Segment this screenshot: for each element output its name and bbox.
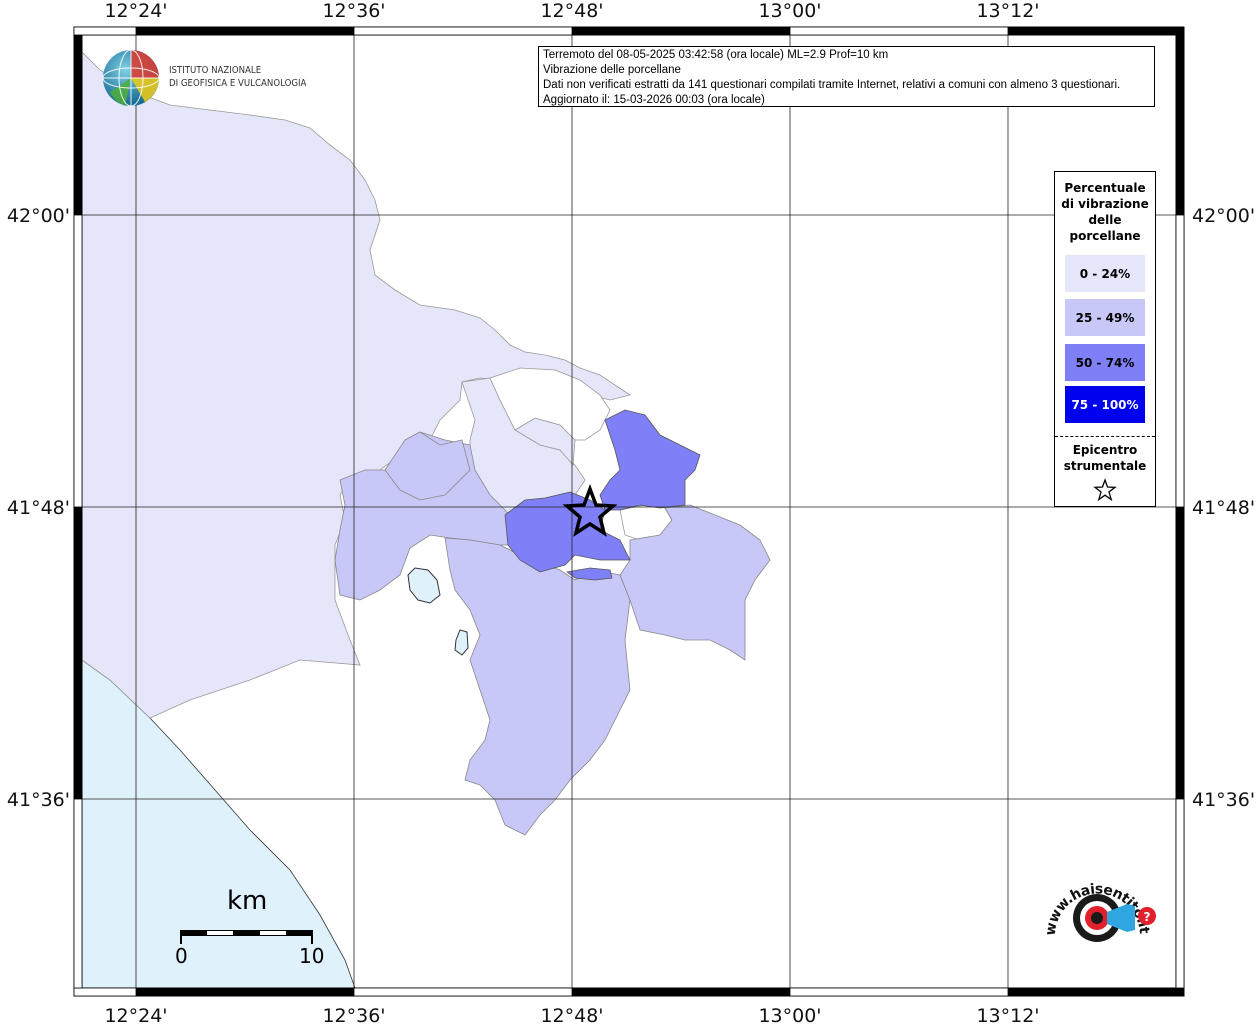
- map-subject: Vibrazione delle porcellane: [543, 64, 681, 76]
- legend-title-line: Percentuale: [1064, 181, 1146, 195]
- scale-min-label: 0: [175, 944, 188, 968]
- lat-label-left: 42°00': [7, 205, 70, 227]
- lat-label-left: 41°36': [7, 789, 70, 811]
- longitude-labels-top: 12°24' 12°36' 12°48' 13°00' 13°12': [104, 0, 1039, 22]
- lat-label-right: 41°48': [1192, 497, 1255, 519]
- lat-label-left: 41°48': [7, 497, 70, 519]
- lon-label-top: 12°24': [104, 0, 167, 22]
- lon-label-bottom: 12°36': [322, 1005, 385, 1024]
- lon-label-bottom: 12°24': [104, 1005, 167, 1024]
- lon-label-top: 12°36': [322, 0, 385, 22]
- svg-text:?: ?: [1144, 910, 1151, 924]
- lon-label-bottom: 13°12': [976, 1005, 1039, 1024]
- legend-epicenter-label: Epicentro strumentale: [1055, 442, 1155, 474]
- latitude-labels-left: 42°00' 41°48' 41°36': [7, 205, 70, 811]
- haisentito-logo: www.haisentitoilterremoto.it ?: [1035, 866, 1156, 942]
- scale-unit: km: [227, 886, 268, 916]
- legend-title-line: delle: [1088, 213, 1122, 227]
- scale-tick: [311, 936, 313, 944]
- lon-label-bottom: 13°00': [758, 1005, 821, 1024]
- ingv-name-line2: DI GEOFISICA E VULCANOLOGIA: [169, 78, 307, 89]
- ingv-name: ISTITUTO NAZIONALE DI GEOFISICA E VULCAN…: [169, 64, 306, 90]
- update-timestamp: Aggiornato il: 15-03-2026 00:03 (ora loc…: [543, 94, 765, 106]
- event-info-box: Terremoto del 08-05-2025 03:42:58 (ora l…: [538, 46, 1155, 107]
- legend-separator: [1055, 436, 1155, 437]
- epicenter-label-line: Epicentro: [1072, 443, 1138, 457]
- legend-class-0-24: 0 - 24%: [1065, 255, 1145, 292]
- legend: Percentuale di vibrazione delle porcella…: [1054, 171, 1156, 507]
- longitude-labels-bottom: 12°24' 12°36' 12°48' 13°00' 13°12': [104, 1005, 1039, 1024]
- lat-label-right: 41°36': [1192, 789, 1255, 811]
- globe-icon: [102, 49, 160, 107]
- data-note: Dati non verificati estratti da 141 ques…: [543, 79, 1121, 91]
- epicenter-legend-star-icon: [1093, 478, 1117, 502]
- lat-label-right: 42°00': [1192, 205, 1255, 227]
- lon-label-top: 13°12': [976, 0, 1039, 22]
- legend-title-line: porcellane: [1069, 229, 1141, 243]
- scale-bar-graphic: [180, 930, 313, 936]
- legend-class-75-100: 75 - 100%: [1065, 386, 1145, 423]
- event-details: Terremoto del 08-05-2025 03:42:58 (ora l…: [543, 49, 889, 61]
- legend-title: Percentuale di vibrazione delle porcella…: [1055, 172, 1155, 244]
- epicenter-label-line: strumentale: [1063, 459, 1147, 473]
- legend-class-50-74: 50 - 74%: [1065, 344, 1145, 381]
- scale-bar: km 0 10: [170, 886, 330, 968]
- scale-max-label: 10: [299, 944, 325, 968]
- ingv-name-line1: ISTITUTO NAZIONALE: [169, 65, 262, 76]
- ingv-logo: ISTITUTO NAZIONALE DI GEOFISICA E VULCAN…: [100, 48, 315, 110]
- legend-title-line: di vibrazione: [1061, 197, 1149, 211]
- scale-tick: [180, 936, 182, 944]
- lon-label-top: 12°48': [540, 0, 603, 22]
- latitude-labels-right: 42°00' 41°48' 41°36': [1192, 205, 1255, 811]
- lon-label-top: 13°00': [758, 0, 821, 22]
- lon-label-bottom: 12°48': [540, 1005, 603, 1024]
- legend-class-25-49: 25 - 49%: [1065, 299, 1145, 336]
